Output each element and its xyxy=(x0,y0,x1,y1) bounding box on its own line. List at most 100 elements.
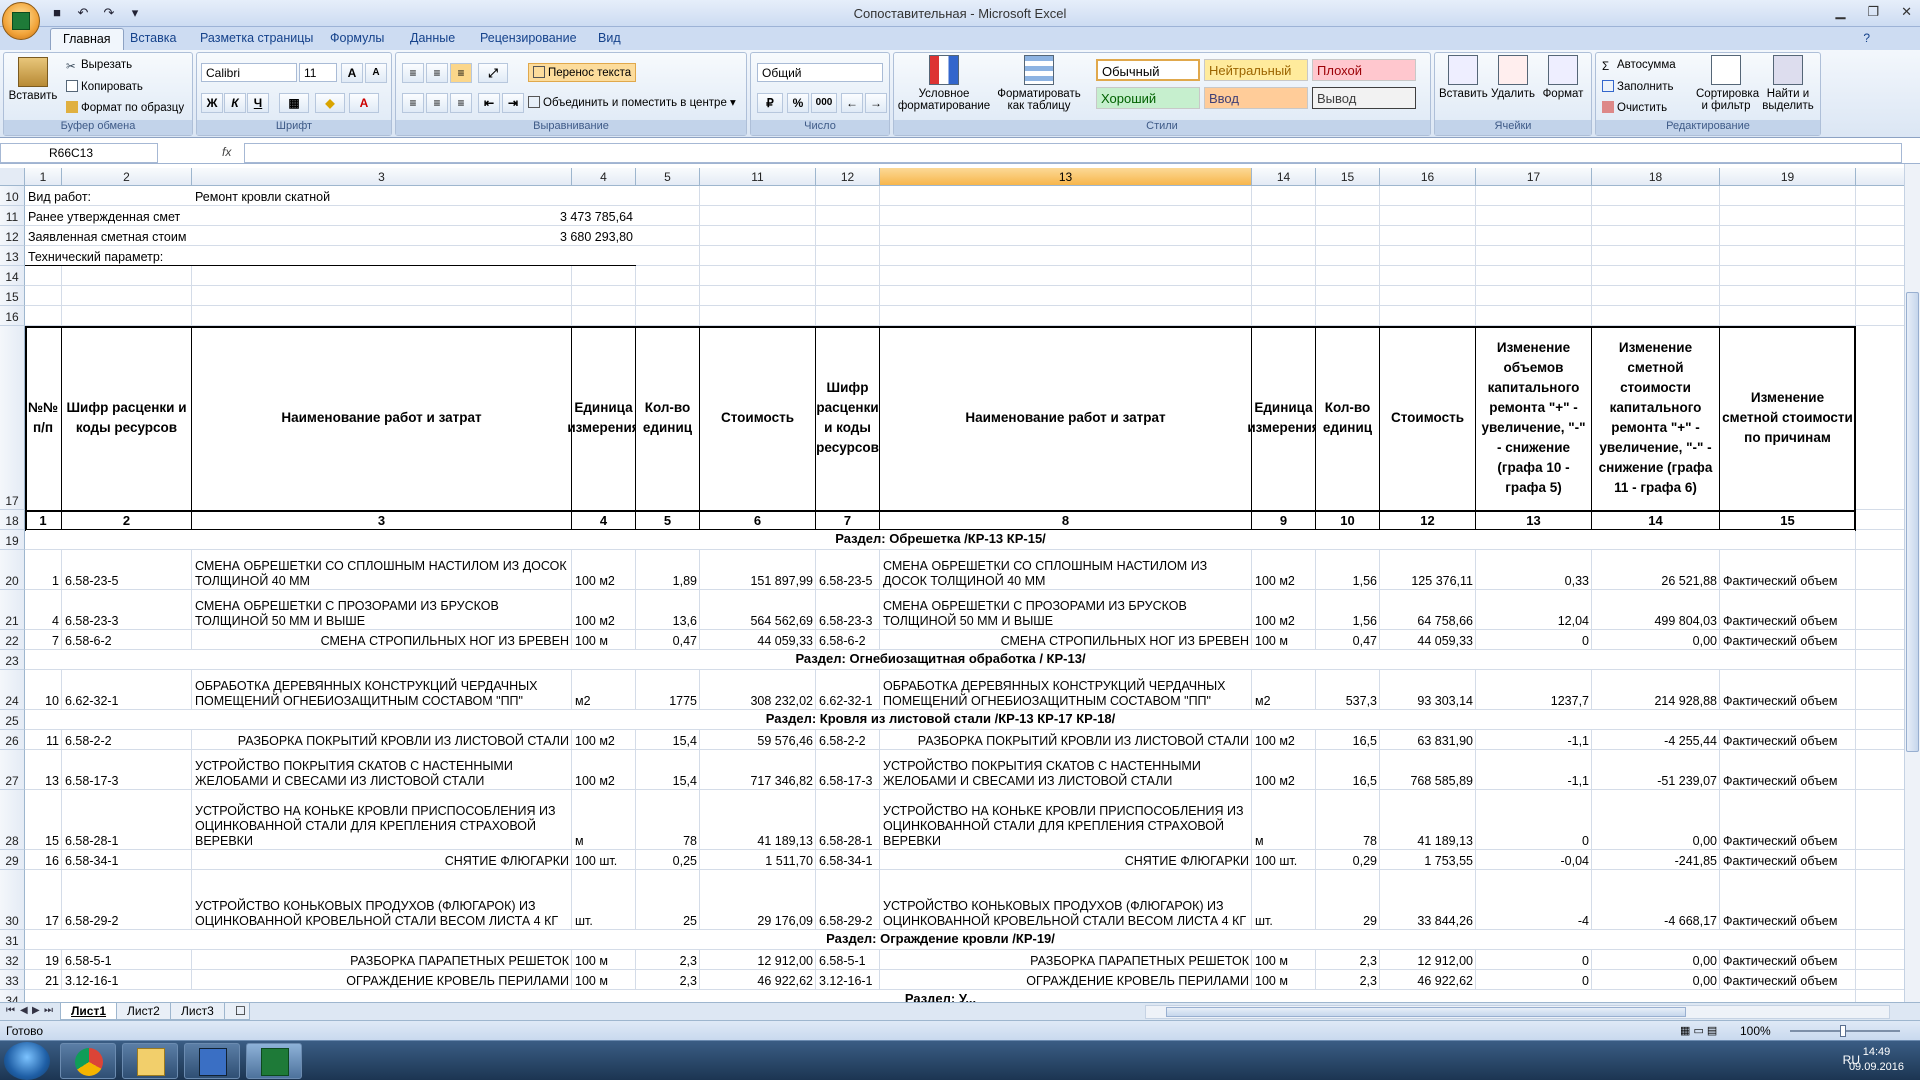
taskbar-explorer[interactable] xyxy=(122,1043,178,1079)
fill-color-icon[interactable]: ◆ xyxy=(315,93,345,113)
vertical-scrollbar[interactable] xyxy=(1904,164,1920,1002)
fill-button[interactable]: Заполнить xyxy=(1602,80,1673,93)
align-bottom-icon[interactable]: ≡ xyxy=(450,63,472,83)
align-middle-icon[interactable]: ≡ xyxy=(426,63,448,83)
percent-button[interactable]: % xyxy=(787,93,809,113)
horizontal-scrollbar[interactable] xyxy=(1145,1005,1890,1019)
first-sheet-icon[interactable]: ⏮ xyxy=(6,1005,15,1016)
font-name-combo[interactable]: Calibri xyxy=(201,63,297,82)
row-header-33[interactable]: 33 xyxy=(0,970,25,990)
format-painter-button[interactable]: Формат по образцу xyxy=(66,101,184,114)
row-header-27[interactable]: 27 xyxy=(0,750,25,790)
column-header-5[interactable]: 5 xyxy=(636,168,700,186)
taskbar-chrome[interactable] xyxy=(60,1043,116,1079)
align-right-icon[interactable]: ≡ xyxy=(450,93,472,113)
tab-formulas[interactable]: Формулы xyxy=(330,31,384,45)
column-header-16[interactable]: 16 xyxy=(1380,168,1476,186)
row-header-14[interactable]: 14 xyxy=(0,266,25,286)
office-button[interactable] xyxy=(2,2,40,40)
row-header-28[interactable]: 28 xyxy=(0,790,25,850)
increase-indent-icon[interactable]: ⇥ xyxy=(502,93,524,113)
cut-button[interactable]: ✂ Вырезать xyxy=(66,59,132,73)
column-header-2[interactable]: 2 xyxy=(62,168,192,186)
horizontal-scroll-thumb[interactable] xyxy=(1166,1007,1686,1017)
prev-sheet-icon[interactable]: ◀ xyxy=(20,1005,28,1016)
currency-icon[interactable]: ₽ xyxy=(757,93,783,113)
style-bad[interactable]: Плохой xyxy=(1312,59,1416,81)
copy-button[interactable]: Копировать xyxy=(66,80,143,93)
bold-button[interactable]: Ж xyxy=(201,93,223,113)
insert-function-icon[interactable]: fx xyxy=(222,145,231,159)
wrap-text-button[interactable]: Перенос текста xyxy=(528,63,637,82)
row-header-32[interactable]: 32 xyxy=(0,950,25,970)
format-cells-button[interactable]: Формат xyxy=(1539,55,1587,100)
tab-home[interactable]: Главная xyxy=(50,28,124,52)
decrease-decimal-icon[interactable]: → xyxy=(865,93,887,113)
clear-button[interactable]: Очистить xyxy=(1602,101,1667,114)
font-color-icon[interactable]: A xyxy=(349,93,379,113)
align-top-icon[interactable]: ≡ xyxy=(402,63,424,83)
format-as-table-button[interactable]: Форматировать как таблицу xyxy=(994,55,1084,112)
tab-page-layout[interactable]: Разметка страницы xyxy=(200,31,313,45)
column-header-11[interactable]: 11 xyxy=(700,168,816,186)
borders-icon[interactable]: ▦ xyxy=(279,93,309,113)
column-header-14[interactable]: 14 xyxy=(1252,168,1316,186)
last-sheet-icon[interactable]: ⏭ xyxy=(44,1005,53,1016)
shrink-font-icon[interactable]: A xyxy=(365,63,387,83)
insert-cells-button[interactable]: Вставить xyxy=(1439,55,1488,100)
column-header-4[interactable]: 4 xyxy=(572,168,636,186)
merge-center-button[interactable]: Объединить и поместить в центре ▾ xyxy=(528,95,736,109)
font-size-combo[interactable]: 11 xyxy=(299,63,337,82)
italic-button[interactable]: К xyxy=(224,93,246,113)
row-header-16[interactable]: 16 xyxy=(0,306,25,326)
delete-cells-button[interactable]: Удалить xyxy=(1489,55,1537,100)
worksheet-grid[interactable]: 1234511121314151617181920101112131415161… xyxy=(0,168,1904,1002)
grow-font-icon[interactable]: A xyxy=(341,63,363,83)
autosum-button[interactable]: Σ Автосумма xyxy=(1602,59,1676,73)
row-header-22[interactable]: 22 xyxy=(0,630,25,650)
zoom-slider[interactable] xyxy=(1790,1025,1900,1037)
row-header-31[interactable]: 31 xyxy=(0,930,25,950)
style-normal[interactable]: Обычный xyxy=(1096,59,1200,81)
orientation-icon[interactable]: ⤢ xyxy=(478,63,508,83)
start-button[interactable] xyxy=(4,1042,50,1080)
underline-button[interactable]: Ч xyxy=(247,93,269,113)
minimize-icon[interactable]: ▁ xyxy=(1835,4,1845,20)
maximize-icon[interactable]: ❐ xyxy=(1867,4,1879,20)
row-header-26[interactable]: 26 xyxy=(0,730,25,750)
help-icon[interactable]: ? xyxy=(1863,31,1870,45)
close-icon[interactable]: ✕ xyxy=(1901,4,1912,20)
column-header-3[interactable]: 3 xyxy=(192,168,572,186)
column-header-13[interactable]: 13 xyxy=(880,168,1252,186)
tab-review[interactable]: Рецензирование xyxy=(480,31,577,45)
increase-decimal-icon[interactable]: ← xyxy=(841,93,863,113)
zoom-level[interactable]: 100% xyxy=(1740,1024,1771,1038)
style-output[interactable]: Вывод xyxy=(1312,87,1416,109)
row-header-34[interactable]: 34 xyxy=(0,990,25,1002)
column-header-17[interactable]: 17 xyxy=(1476,168,1592,186)
align-center-icon[interactable]: ≡ xyxy=(426,93,448,113)
row-header-15[interactable]: 15 xyxy=(0,286,25,306)
formula-input[interactable] xyxy=(244,143,1902,163)
row-header-30[interactable]: 30 xyxy=(0,870,25,930)
name-box[interactable]: R66C13 xyxy=(0,143,158,163)
style-input[interactable]: Ввод xyxy=(1204,87,1308,109)
tab-data[interactable]: Данные xyxy=(410,31,455,45)
next-sheet-icon[interactable]: ▶ xyxy=(32,1005,40,1016)
tab-insert[interactable]: Вставка xyxy=(130,31,176,45)
sheet-tab-3[interactable]: Лист3 xyxy=(170,1003,225,1020)
row-header-25[interactable]: 25 xyxy=(0,710,25,730)
column-header-12[interactable]: 12 xyxy=(816,168,880,186)
taskbar-excel[interactable] xyxy=(246,1043,302,1079)
vertical-scroll-thumb[interactable] xyxy=(1906,292,1919,752)
clock[interactable]: 14:49 09.09.2016 xyxy=(1849,1045,1904,1075)
row-header-24[interactable]: 24 xyxy=(0,670,25,710)
conditional-format-button[interactable]: Условное форматирование xyxy=(894,55,994,112)
row-header-11[interactable]: 11 xyxy=(0,206,25,226)
new-sheet-icon[interactable]: ☐ xyxy=(224,1003,250,1020)
row-header-13[interactable]: 13 xyxy=(0,246,25,266)
style-good[interactable]: Хороший xyxy=(1096,87,1200,109)
row-header-10[interactable]: 10 xyxy=(0,186,25,206)
zoom-slider-knob[interactable] xyxy=(1840,1025,1846,1037)
thousands-button[interactable]: 000 xyxy=(811,93,837,113)
